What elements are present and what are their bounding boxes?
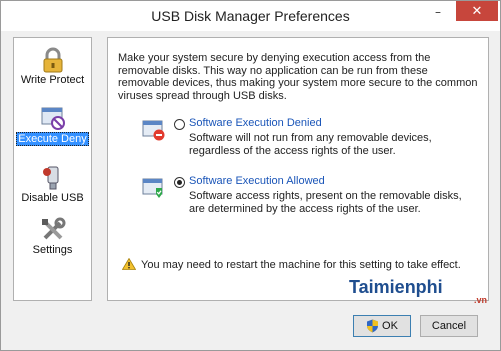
option-denied-description: Software will not run from any removable…	[189, 132, 432, 157]
sidebar-item-label: Execute Deny	[16, 132, 89, 146]
minimize-button[interactable]: –	[427, 1, 449, 23]
watermark-suffix: .vn	[474, 295, 488, 305]
execute-deny-panel: Make your system secure by denying execu…	[107, 37, 489, 301]
sidebar-item-label: Settings	[32, 244, 73, 256]
execute-deny-icon	[41, 107, 65, 130]
window-allowed-icon	[142, 178, 163, 198]
sidebar-item-settings[interactable]: Settings	[14, 216, 91, 256]
usb-icon	[42, 166, 58, 190]
window-title: USB Disk Manager Preferences	[151, 8, 350, 24]
lock-icon	[43, 47, 62, 73]
restart-warning: You may need to restart the machine for …	[122, 258, 461, 271]
watermark-text: Taimienphi	[349, 277, 443, 297]
sidebar-item-write-protect[interactable]: Write Protect	[14, 46, 91, 86]
watermark: Taimienphi .vn	[349, 277, 487, 305]
window-denied-icon	[142, 120, 165, 141]
ok-button[interactable]: OK	[353, 315, 411, 337]
preferences-window: USB Disk Manager Preferences – ✕ Write P…	[0, 0, 501, 351]
close-button[interactable]: ✕	[456, 1, 498, 21]
warning-icon	[122, 258, 136, 270]
sidebar-item-label: Disable USB	[21, 192, 84, 204]
sidebar: Write Protect Execute Deny Disable USB S…	[13, 37, 92, 301]
option-allowed-title: Software Execution Allowed	[189, 175, 325, 187]
option-denied-title: Software Execution Denied	[189, 117, 322, 129]
title-bar: USB Disk Manager Preferences – ✕	[1, 1, 500, 31]
cancel-button[interactable]: Cancel	[420, 315, 478, 337]
option-allowed-description: Software access rights, present on the r…	[189, 190, 462, 215]
sidebar-item-disable-usb[interactable]: Disable USB	[14, 164, 91, 204]
radio-execution-denied[interactable]	[174, 119, 185, 130]
sidebar-item-label: Write Protect	[20, 74, 85, 86]
intro-text: Make your system secure by denying execu…	[118, 52, 478, 102]
warning-text: You may need to restart the machine for …	[141, 259, 461, 271]
sidebar-item-execute-deny[interactable]: Execute Deny	[14, 104, 91, 146]
radio-execution-allowed[interactable]	[174, 177, 185, 188]
tools-icon	[41, 217, 65, 240]
ok-label: OK	[382, 320, 398, 332]
shield-icon	[367, 319, 379, 333]
